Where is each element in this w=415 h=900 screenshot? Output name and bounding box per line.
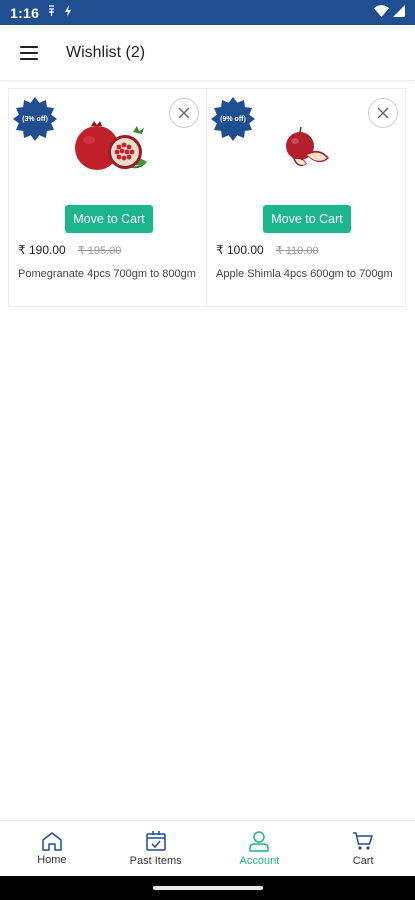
price-row: ₹ 190.00 ₹ 195.00 — [18, 243, 121, 257]
remove-from-wishlist-button[interactable] — [368, 98, 398, 128]
menu-button[interactable] — [0, 25, 58, 81]
nav-item-home[interactable]: Home — [0, 821, 104, 876]
nav-item-past-items[interactable]: Past Items — [104, 821, 208, 876]
home-gesture-handle[interactable] — [152, 886, 263, 890]
nav-label: Home — [37, 854, 67, 866]
wifi-icon — [374, 4, 389, 22]
close-icon — [377, 107, 389, 119]
nav-label: Cart — [352, 855, 374, 867]
home-icon — [42, 832, 62, 851]
product-name[interactable]: Pomegranate 4pcs 700gm to 800gm — [18, 267, 198, 282]
sale-price: ₹ 100.00 — [216, 243, 264, 257]
download-icon — [64, 5, 72, 20]
move-to-cart-button[interactable]: Move to Cart — [263, 205, 351, 233]
remove-from-wishlist-button[interactable] — [169, 98, 199, 128]
wishlist-grid: (3% off) Move to Cart ₹ 190.00 ₹ 195.00 … — [8, 88, 407, 308]
wishlist-card[interactable]: (3% off) Move to Cart ₹ 190.00 ₹ 195.00 … — [8, 88, 207, 307]
bottom-navigation: Home Past Items Account Cart — [0, 820, 415, 876]
price-row: ₹ 100.00 ₹ 110.00 — [216, 243, 319, 257]
wishlist-card[interactable]: (9% off) Move to Cart ₹ 100.00 ₹ 110.00 … — [207, 88, 406, 307]
original-price: ₹ 195.00 — [77, 245, 122, 257]
past-items-icon — [145, 831, 166, 851]
product-image-pomegranate[interactable] — [49, 117, 169, 179]
page-title: Wishlist (2) — [66, 43, 146, 61]
nav-label: Account — [239, 855, 280, 867]
close-icon — [178, 107, 190, 119]
account-icon — [249, 831, 270, 852]
status-time: 1:16 — [10, 4, 40, 21]
move-to-cart-button[interactable]: Move to Cart — [65, 205, 153, 233]
original-price: ₹ 110.00 — [275, 245, 319, 257]
cart-icon — [353, 832, 373, 850]
gesture-bar — [0, 876, 415, 900]
product-image-apple[interactable] — [247, 117, 367, 179]
nav-item-cart[interactable]: Cart — [311, 821, 415, 876]
sale-price: ₹ 190.00 — [18, 243, 66, 257]
nav-label: Past Items — [129, 855, 182, 867]
app-header: Wishlist (2) — [0, 25, 415, 81]
product-name[interactable]: Apple Shimla 4pcs 600gm to 700gm — [216, 267, 396, 282]
hamburger-menu-icon — [20, 45, 38, 60]
nav-item-account[interactable]: Account — [208, 821, 312, 876]
status-bar: 1:16 — [0, 0, 415, 25]
notification-icon — [47, 5, 56, 20]
signal-icon — [393, 4, 405, 22]
